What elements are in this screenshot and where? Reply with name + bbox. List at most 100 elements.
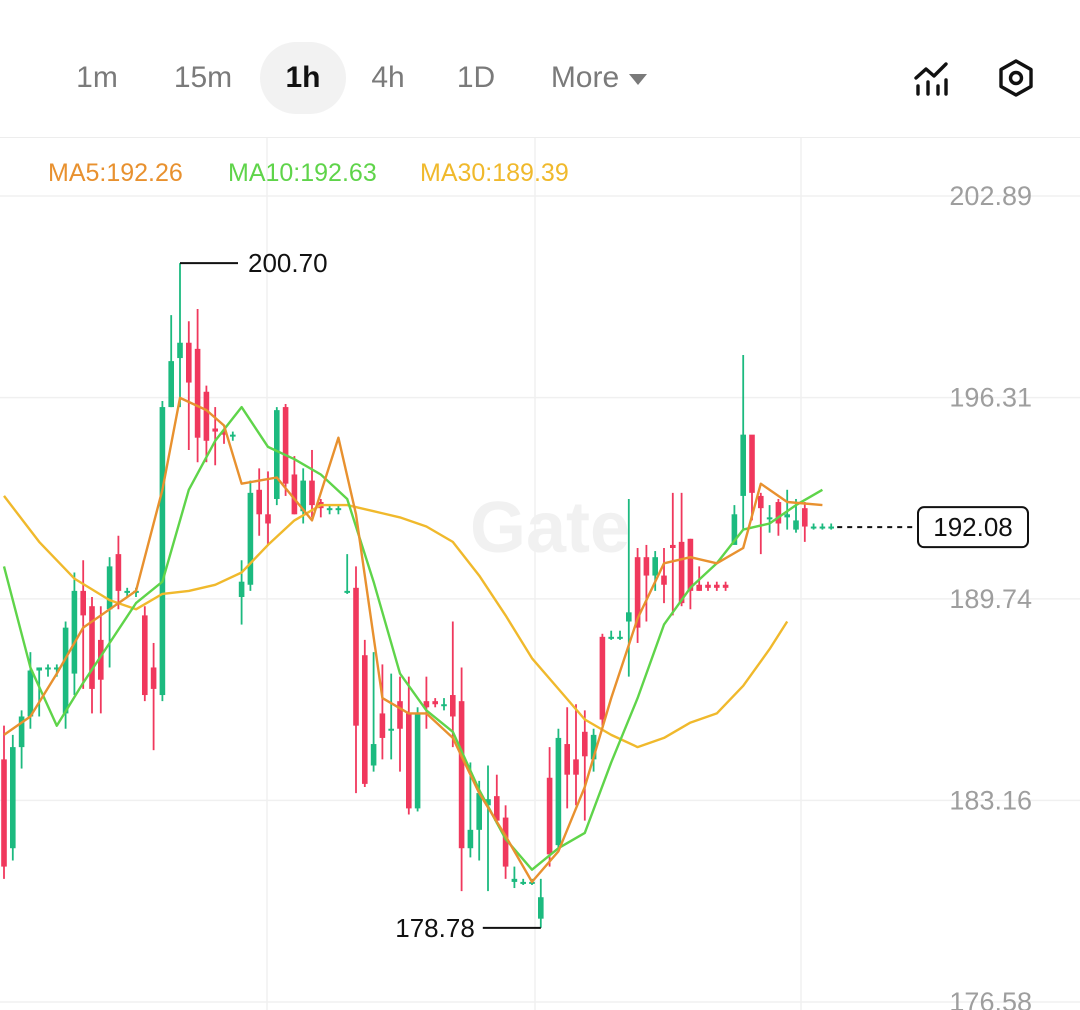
y-tick-label: 176.58 xyxy=(949,987,1032,1010)
caret-down-icon xyxy=(629,73,648,85)
candle-up xyxy=(388,673,394,760)
candle-down xyxy=(582,710,588,821)
candle-up xyxy=(159,400,166,702)
candle-body xyxy=(238,581,245,598)
candle-down xyxy=(309,449,315,518)
candle-body xyxy=(362,655,368,784)
candle-down xyxy=(291,456,298,515)
candle-body xyxy=(626,612,632,622)
candlestick-chart[interactable]: Gate MA5:192.26 MA10:192.63 MA30:189.39 … xyxy=(0,138,1080,1010)
candle-down xyxy=(661,547,667,604)
legend-ma5: MA5:192.26 xyxy=(48,159,183,187)
candle-body xyxy=(758,495,764,509)
candle-down xyxy=(634,547,641,643)
candle-body xyxy=(661,575,667,585)
candle-body xyxy=(115,554,122,591)
candle-down xyxy=(705,581,711,591)
candle-body xyxy=(186,342,192,383)
candle-down xyxy=(714,581,720,591)
candle-up xyxy=(766,505,773,533)
candle-body xyxy=(344,590,350,593)
ma5-line xyxy=(3,396,823,884)
candle-body xyxy=(335,508,342,511)
candle-down xyxy=(758,492,764,555)
candle-down xyxy=(256,468,262,536)
more-label: More xyxy=(550,61,620,94)
candle-body xyxy=(538,897,544,919)
y-tick-label: 196.31 xyxy=(949,383,1032,413)
candle-body xyxy=(326,508,333,511)
candle-body xyxy=(687,538,694,591)
candle-body xyxy=(150,667,157,689)
candle-body xyxy=(828,526,834,529)
high-marker-label: 200.70 xyxy=(248,248,328,278)
candle-body xyxy=(546,777,553,855)
candle-up xyxy=(511,866,518,889)
candle-up xyxy=(555,728,562,852)
candle-body xyxy=(740,434,746,496)
legend-ma10: MA10:192.63 xyxy=(228,159,377,187)
candle-down xyxy=(194,309,201,463)
candle-body xyxy=(247,492,254,585)
candle-up xyxy=(344,554,350,594)
candle-up xyxy=(45,664,51,677)
candle-up xyxy=(10,734,16,861)
more-button[interactable]: More xyxy=(536,42,662,114)
tab-1d[interactable]: 1D xyxy=(442,42,510,114)
candle-body xyxy=(309,480,315,506)
candle-up xyxy=(441,698,447,711)
tab-1m[interactable]: 1m xyxy=(60,42,134,114)
candle-down xyxy=(80,560,86,689)
candle-down xyxy=(450,621,456,748)
candle-body xyxy=(766,517,773,520)
candle-up xyxy=(230,431,236,441)
candle-up xyxy=(71,572,78,696)
candle-down xyxy=(802,502,808,542)
candle-down xyxy=(203,385,210,463)
candle-body xyxy=(670,544,676,548)
candle-down xyxy=(458,667,465,892)
candle-body xyxy=(749,434,755,493)
candle-body xyxy=(599,636,606,720)
candle-down xyxy=(599,633,606,726)
watermark-text: Gate xyxy=(470,488,630,568)
candle-up xyxy=(538,878,544,928)
candle-body xyxy=(265,514,271,524)
indicators-icon[interactable] xyxy=(912,58,952,98)
candle-body xyxy=(511,878,518,882)
y-tick-label: 183.16 xyxy=(949,785,1032,815)
candle-up xyxy=(370,652,377,772)
candle-up xyxy=(247,480,254,591)
candle-up xyxy=(810,523,817,530)
candle-body xyxy=(714,584,720,588)
candle-body xyxy=(388,728,394,731)
candle-down xyxy=(670,492,676,616)
y-tick-label: 189.74 xyxy=(949,584,1032,614)
candle-down xyxy=(573,704,579,806)
candle-body xyxy=(379,713,386,738)
candle-up xyxy=(414,707,421,812)
candle-body xyxy=(36,667,42,671)
candle-body xyxy=(810,526,817,529)
tab-4h[interactable]: 4h xyxy=(356,42,420,114)
candle-body xyxy=(45,667,51,670)
settings-icon[interactable] xyxy=(996,58,1036,98)
legend-ma30: MA30:189.39 xyxy=(420,159,569,187)
candle-body xyxy=(194,348,201,438)
candle-body xyxy=(608,636,614,639)
candle-body xyxy=(564,744,570,775)
candle-body xyxy=(406,713,412,809)
candle-up xyxy=(274,407,280,506)
candle-body xyxy=(458,701,465,849)
tab-15m[interactable]: 15m xyxy=(160,42,246,114)
candle-body xyxy=(784,514,790,518)
candle-down xyxy=(150,642,157,751)
candle-body xyxy=(555,737,562,846)
candle-down xyxy=(432,698,438,708)
tab-1h[interactable]: 1h xyxy=(260,42,346,114)
candle-up xyxy=(18,710,25,769)
candle-body xyxy=(775,502,782,524)
candle-body xyxy=(177,342,183,359)
candle-body xyxy=(397,701,403,729)
candle-body xyxy=(274,410,280,499)
